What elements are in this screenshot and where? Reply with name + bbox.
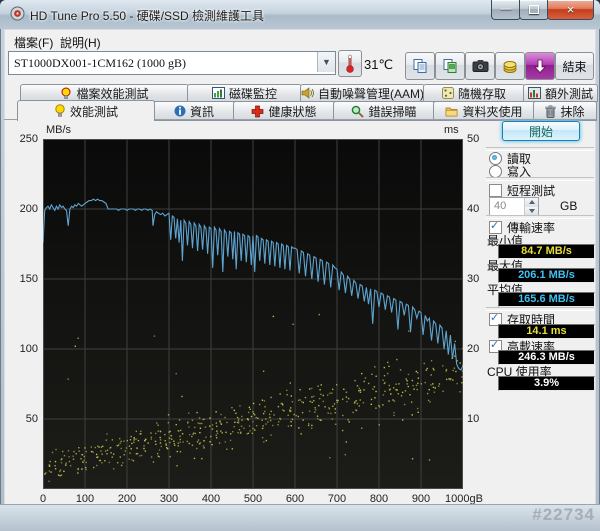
window-bottom-frame: #22734 bbox=[0, 504, 600, 531]
cpu-usage-value: 3.9% bbox=[498, 376, 595, 391]
lightbulb-icon bbox=[61, 87, 71, 99]
plot-area bbox=[43, 139, 463, 489]
update-button[interactable] bbox=[525, 52, 555, 80]
health-cross-icon bbox=[252, 105, 264, 117]
left-axis-unit: MB/s bbox=[46, 124, 72, 136]
tab-label: 抹除 bbox=[560, 104, 585, 119]
speaker-icon bbox=[301, 87, 314, 99]
copy-image-icon bbox=[443, 59, 457, 73]
tab-disk-monitor[interactable]: 磁碟監控 bbox=[187, 84, 302, 102]
separator bbox=[486, 177, 594, 181]
minimize-icon: — bbox=[500, 3, 512, 15]
save-button[interactable] bbox=[495, 52, 525, 80]
tab-label: 額外測試 bbox=[544, 86, 593, 101]
close-button[interactable]: × bbox=[547, 0, 594, 20]
start-button-label: 開始 bbox=[528, 124, 553, 139]
trash-icon bbox=[546, 105, 556, 118]
tab-random-access[interactable]: 隨機存取 bbox=[423, 84, 525, 102]
dice-icon bbox=[441, 87, 454, 99]
menu-file[interactable]: 檔案(F) bbox=[10, 33, 57, 52]
titlebar[interactable]: HD Tune Pro 5.50 - 硬碟/SSD 檢測維護工具 — × bbox=[0, 0, 600, 29]
tab-error-scan[interactable]: 錯誤掃瞄 bbox=[333, 101, 435, 121]
copy-text-button[interactable] bbox=[405, 52, 435, 80]
app-icon bbox=[10, 6, 25, 21]
menu-help[interactable]: 說明(H) bbox=[56, 33, 105, 52]
magnifier-icon bbox=[352, 105, 365, 118]
tab-extra-tests[interactable]: 額外測試 bbox=[523, 84, 598, 102]
tab-label: 效能測試 bbox=[69, 104, 118, 119]
hd-tune-window: HD Tune Pro 5.50 - 硬碟/SSD 檢測維護工具 — × 檔案(… bbox=[0, 0, 600, 531]
monitor-chart-icon bbox=[211, 87, 225, 99]
short-test-size-stepper[interactable]: 40 bbox=[489, 197, 539, 216]
tab-label: 檔案效能測試 bbox=[76, 86, 149, 101]
screenshot-camera-icon bbox=[472, 60, 488, 72]
extra-tests-chart-icon bbox=[527, 87, 541, 99]
copy-text-icon bbox=[413, 59, 427, 73]
minimize-button[interactable]: — bbox=[491, 0, 521, 20]
tab-label: 自動噪聲管理(AAM) bbox=[318, 86, 424, 101]
temperature-button[interactable] bbox=[338, 50, 362, 77]
window-title: HD Tune Pro 5.50 - 硬碟/SSD 檢測維護工具 bbox=[30, 9, 265, 23]
watermark: #22734 bbox=[532, 505, 595, 524]
tab-label: 資訊 bbox=[189, 104, 214, 119]
chevron-down-icon: ▼ bbox=[317, 52, 335, 72]
tab-aam[interactable]: 自動噪聲管理(AAM) bbox=[300, 84, 425, 102]
drive-selector[interactable]: ST1000DX001-1CM162 (1000 gB) ▼ bbox=[8, 51, 336, 75]
exit-button[interactable]: 結束 bbox=[555, 52, 594, 80]
tab-label: 健康狀態 bbox=[268, 104, 317, 119]
drive-selector-value: ST1000DX001-1CM162 (1000 gB) bbox=[14, 56, 187, 70]
close-icon: × bbox=[566, 2, 575, 17]
tab-label: 錯誤掃瞄 bbox=[368, 104, 417, 119]
exit-button-label: 結束 bbox=[562, 59, 587, 74]
tab-benchmark-active[interactable]: 效能測試 bbox=[17, 100, 155, 121]
thermometer-icon bbox=[346, 54, 354, 73]
update-download-icon bbox=[533, 59, 547, 73]
maximize-button[interactable] bbox=[519, 0, 549, 20]
avg-value: 165.6 MB/s bbox=[498, 292, 595, 307]
tab-info[interactable]: 資訊 bbox=[153, 101, 235, 121]
right-axis-unit: ms bbox=[444, 124, 459, 136]
screenshot-button[interactable] bbox=[465, 52, 495, 80]
gb-unit-label: GB bbox=[560, 199, 578, 213]
tab-label: 隨機存取 bbox=[457, 86, 506, 101]
stepper-down-button[interactable] bbox=[525, 206, 538, 215]
tab-label: 資料夾使用 bbox=[462, 104, 523, 119]
info-icon bbox=[174, 105, 186, 117]
copy-image-button[interactable] bbox=[435, 52, 465, 80]
benchmark-chart: MB/s ms 250 200 150 100 50 50 40 30 20 10 0 100 20… bbox=[19, 124, 483, 505]
stepper-value: 40 bbox=[494, 200, 507, 212]
tab-folder-usage[interactable]: 資料夾使用 bbox=[433, 101, 535, 121]
checkbox-unchecked-icon bbox=[489, 184, 502, 197]
stepper-up-button[interactable] bbox=[525, 198, 538, 207]
folder-icon bbox=[446, 107, 458, 116]
start-button[interactable]: 開始 bbox=[502, 121, 580, 141]
access-time-value: 14.1 ms bbox=[498, 324, 595, 339]
tab-health[interactable]: 健康狀態 bbox=[233, 101, 335, 121]
save-icon bbox=[503, 60, 517, 73]
maximize-icon bbox=[520, 0, 548, 19]
lightbulb-icon bbox=[55, 104, 65, 117]
tab-label: 磁碟監控 bbox=[228, 86, 277, 101]
temperature-value: 31℃ bbox=[364, 57, 394, 72]
tab-erase[interactable]: 抹除 bbox=[533, 101, 597, 121]
